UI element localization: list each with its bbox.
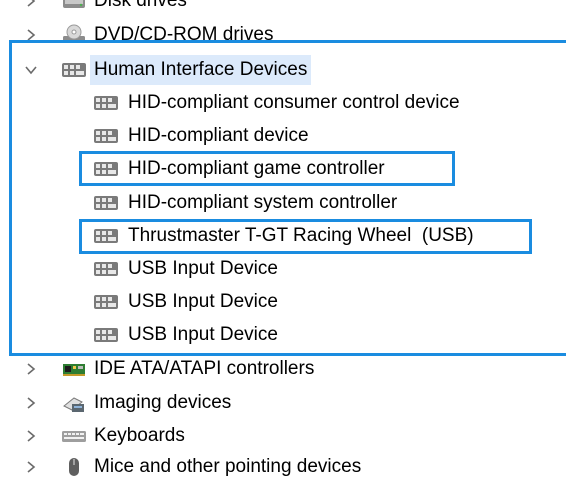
tree-item-label: Thrustmaster T-GT Racing Wheel (USB) (128, 225, 474, 246)
tree-item-keyboards[interactable]: Keyboards (0, 421, 566, 451)
tree-item-label: USB Input Device (128, 324, 278, 345)
chevron-right-icon[interactable] (24, 0, 38, 16)
tree-item-label: HID-compliant game controller (128, 158, 385, 179)
mouse-icon (60, 456, 88, 478)
tree-item-label: USB Input Device (128, 258, 278, 279)
keyboard-icon (60, 425, 88, 447)
tree-item-thrustmaster-wheel[interactable]: Thrustmaster T-GT Racing Wheel (USB) (0, 221, 566, 251)
dvd-drive-icon (60, 24, 88, 46)
tree-item-mice-and-pointing-devices[interactable]: Mice and other pointing devices (0, 452, 566, 482)
chevron-right-icon[interactable] (24, 421, 38, 451)
tree-item-label: IDE ATA/ATAPI controllers (94, 358, 315, 379)
tree-item-hid-compliant-device[interactable]: HID-compliant device (0, 121, 566, 151)
tree-item-ide-ata-atapi-controllers[interactable]: IDE ATA/ATAPI controllers (0, 354, 566, 384)
device-manager-tree: Disk drives DVD/CD-ROM drives Human Inte… (0, 0, 566, 477)
tree-item-label: HID-compliant device (128, 125, 309, 146)
chevron-right-icon[interactable] (24, 20, 38, 50)
tree-item-human-interface-devices[interactable]: Human Interface Devices (0, 55, 566, 85)
tree-item-disk-drives[interactable]: Disk drives (0, 0, 566, 16)
tree-item-imaging-devices[interactable]: Imaging devices (0, 388, 566, 418)
tree-item-dvd-cd-rom-drives[interactable]: DVD/CD-ROM drives (0, 20, 566, 50)
tree-item-label: Mice and other pointing devices (94, 456, 362, 477)
tree-item-label: USB Input Device (128, 291, 278, 312)
tree-item-label: Imaging devices (94, 392, 232, 413)
hid-device-icon (60, 59, 88, 81)
hid-device-icon (92, 92, 120, 114)
tree-item-hid-game-controller[interactable]: HID-compliant game controller (0, 154, 566, 184)
tree-item-label: DVD/CD-ROM drives (94, 24, 274, 45)
tree-item-usb-input-device[interactable]: USB Input Device (0, 254, 566, 284)
tree-item-label: Human Interface Devices (90, 55, 312, 85)
ide-controller-icon (60, 358, 88, 380)
tree-item-hid-system-controller[interactable]: HID-compliant system controller (0, 188, 566, 218)
hid-device-icon (92, 324, 120, 346)
tree-item-usb-input-device[interactable]: USB Input Device (0, 287, 566, 317)
chevron-right-icon[interactable] (24, 388, 38, 418)
tree-item-label: Keyboards (94, 425, 185, 446)
hid-device-icon (92, 158, 120, 180)
chevron-right-icon[interactable] (24, 354, 38, 384)
hid-device-icon (92, 225, 120, 247)
tree-item-label: HID-compliant consumer control device (128, 92, 460, 113)
hid-device-icon (92, 125, 120, 147)
hid-device-icon (92, 258, 120, 280)
tree-item-hid-consumer-control[interactable]: HID-compliant consumer control device (0, 88, 566, 118)
chevron-down-icon[interactable] (24, 55, 38, 85)
imaging-device-icon (60, 392, 88, 414)
chevron-right-icon[interactable] (24, 452, 38, 482)
tree-item-label: HID-compliant system controller (128, 192, 398, 213)
hid-device-icon (92, 192, 120, 214)
tree-item-usb-input-device[interactable]: USB Input Device (0, 320, 566, 350)
tree-item-label: Disk drives (94, 0, 187, 11)
hid-device-icon (92, 291, 120, 313)
disk-drive-icon (60, 0, 88, 12)
